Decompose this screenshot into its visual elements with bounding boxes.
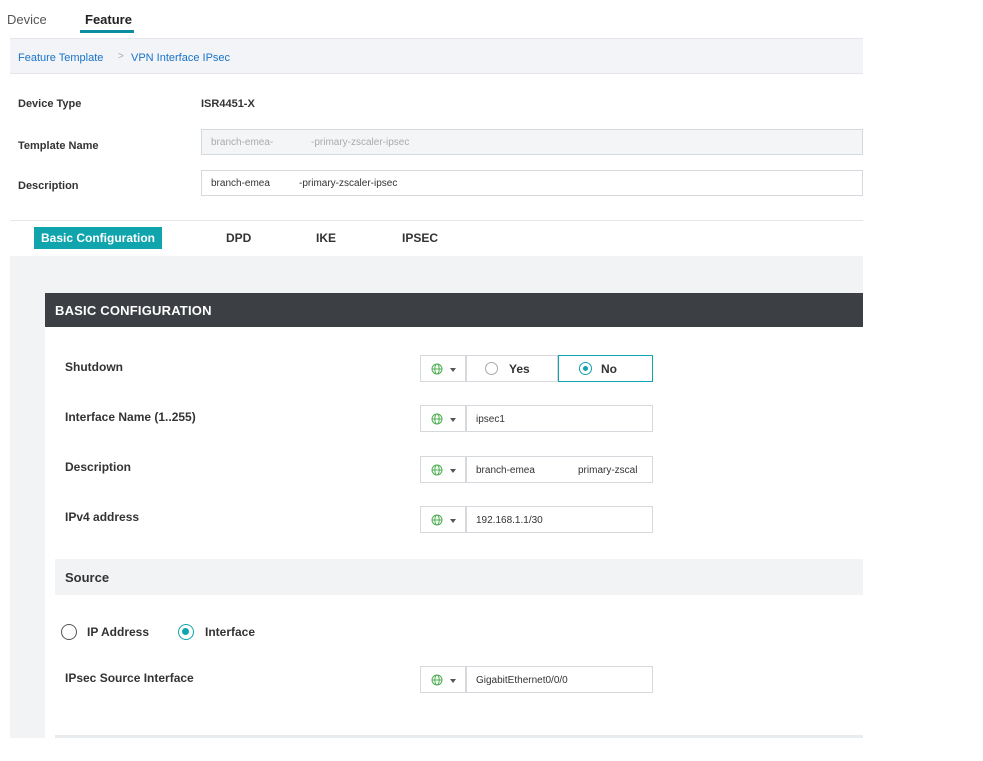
top-tab-bar: Device Feature [0, 0, 863, 34]
template-name-field: branch-emea- -primary-zscaler-ipsec [201, 129, 863, 155]
description-value-part1: branch-emea [476, 465, 535, 476]
ip-address-option-label[interactable]: IP Address [87, 625, 149, 639]
tab-feature[interactable]: Feature [85, 12, 132, 27]
section-tab-bar: Basic Configuration DPD IKE IPSEC [10, 220, 863, 256]
panel-title: BASIC CONFIGURATION [45, 293, 863, 327]
radio-yes[interactable] [485, 362, 498, 375]
ipsec-source-interface-input[interactable]: GigabitEthernet0/0/0 [466, 666, 653, 693]
description-value-part2: primary-zscal [578, 465, 638, 476]
tab-basic-configuration[interactable]: Basic Configuration [34, 227, 163, 249]
breadcrumb: Feature Template > VPN Interface IPsec [10, 38, 863, 74]
ipsec-source-scope-dropdown[interactable] [420, 666, 466, 693]
description-part2: -primary-zscaler-ipsec [299, 178, 398, 189]
description-part1: branch-emea [211, 178, 270, 189]
section-divider [55, 735, 863, 738]
content-area: BASIC CONFIGURATION Shutdown Yes No Inte… [10, 256, 863, 738]
radio-ip-address[interactable] [61, 624, 77, 640]
breadcrumb-separator: > [118, 51, 124, 62]
source-section-header: Source [55, 559, 863, 595]
shutdown-no-option[interactable]: No [558, 355, 653, 382]
tab-device[interactable]: Device [7, 12, 47, 27]
interface-option-label[interactable]: Interface [205, 625, 255, 639]
radio-no[interactable] [579, 362, 592, 375]
globe-icon [431, 514, 443, 526]
device-type-value: ISR4451-X [201, 98, 255, 110]
breadcrumb-feature-template[interactable]: Feature Template [18, 52, 103, 64]
template-name-part2: -primary-zscaler-ipsec [311, 137, 410, 148]
device-type-label: Device Type [18, 98, 82, 110]
chevron-down-icon [450, 418, 456, 422]
radio-interface[interactable] [178, 624, 194, 640]
shutdown-yes-option[interactable]: Yes [466, 355, 558, 382]
globe-icon [431, 464, 443, 476]
tab-ike[interactable]: IKE [316, 231, 336, 245]
description-field[interactable]: branch-emea -primary-zscaler-ipsec [201, 170, 863, 196]
description-input[interactable]: branch-emea primary-zscal [466, 456, 653, 483]
interface-name-scope-dropdown[interactable] [420, 405, 466, 432]
page: Device Feature Feature Template > VPN In… [0, 0, 983, 761]
shutdown-no-label: No [601, 362, 617, 376]
ipv4-input[interactable]: 192.168.1.1/30 [466, 506, 653, 533]
tab-dpd[interactable]: DPD [226, 231, 251, 245]
basic-configuration-panel: BASIC CONFIGURATION Shutdown Yes No Inte… [45, 293, 863, 738]
ipv4-label: IPv4 address [65, 510, 140, 524]
chevron-down-icon [450, 368, 456, 372]
active-tab-indicator [80, 30, 134, 33]
shutdown-label: Shutdown [65, 360, 123, 374]
interface-name-input[interactable]: ipsec1 [466, 405, 653, 432]
globe-icon [431, 413, 443, 425]
description-label: Description [18, 180, 79, 192]
tab-ipsec[interactable]: IPSEC [402, 231, 438, 245]
template-name-label: Template Name [18, 140, 99, 152]
chevron-down-icon [450, 679, 456, 683]
shutdown-yes-label: Yes [509, 362, 530, 376]
breadcrumb-current: VPN Interface IPsec [131, 52, 231, 64]
template-name-part1: branch-emea- [211, 137, 274, 148]
ipsec-source-interface-label: IPsec Source Interface [65, 671, 194, 685]
interface-name-label: Interface Name (1..255) [65, 410, 196, 424]
shutdown-scope-dropdown[interactable] [420, 355, 466, 382]
chevron-down-icon [450, 519, 456, 523]
chevron-down-icon [450, 469, 456, 473]
description-scope-dropdown[interactable] [420, 456, 466, 483]
ipv4-scope-dropdown[interactable] [420, 506, 466, 533]
globe-icon [431, 363, 443, 375]
source-title: Source [65, 570, 110, 585]
basic-description-label: Description [65, 460, 132, 474]
globe-icon [431, 674, 443, 686]
